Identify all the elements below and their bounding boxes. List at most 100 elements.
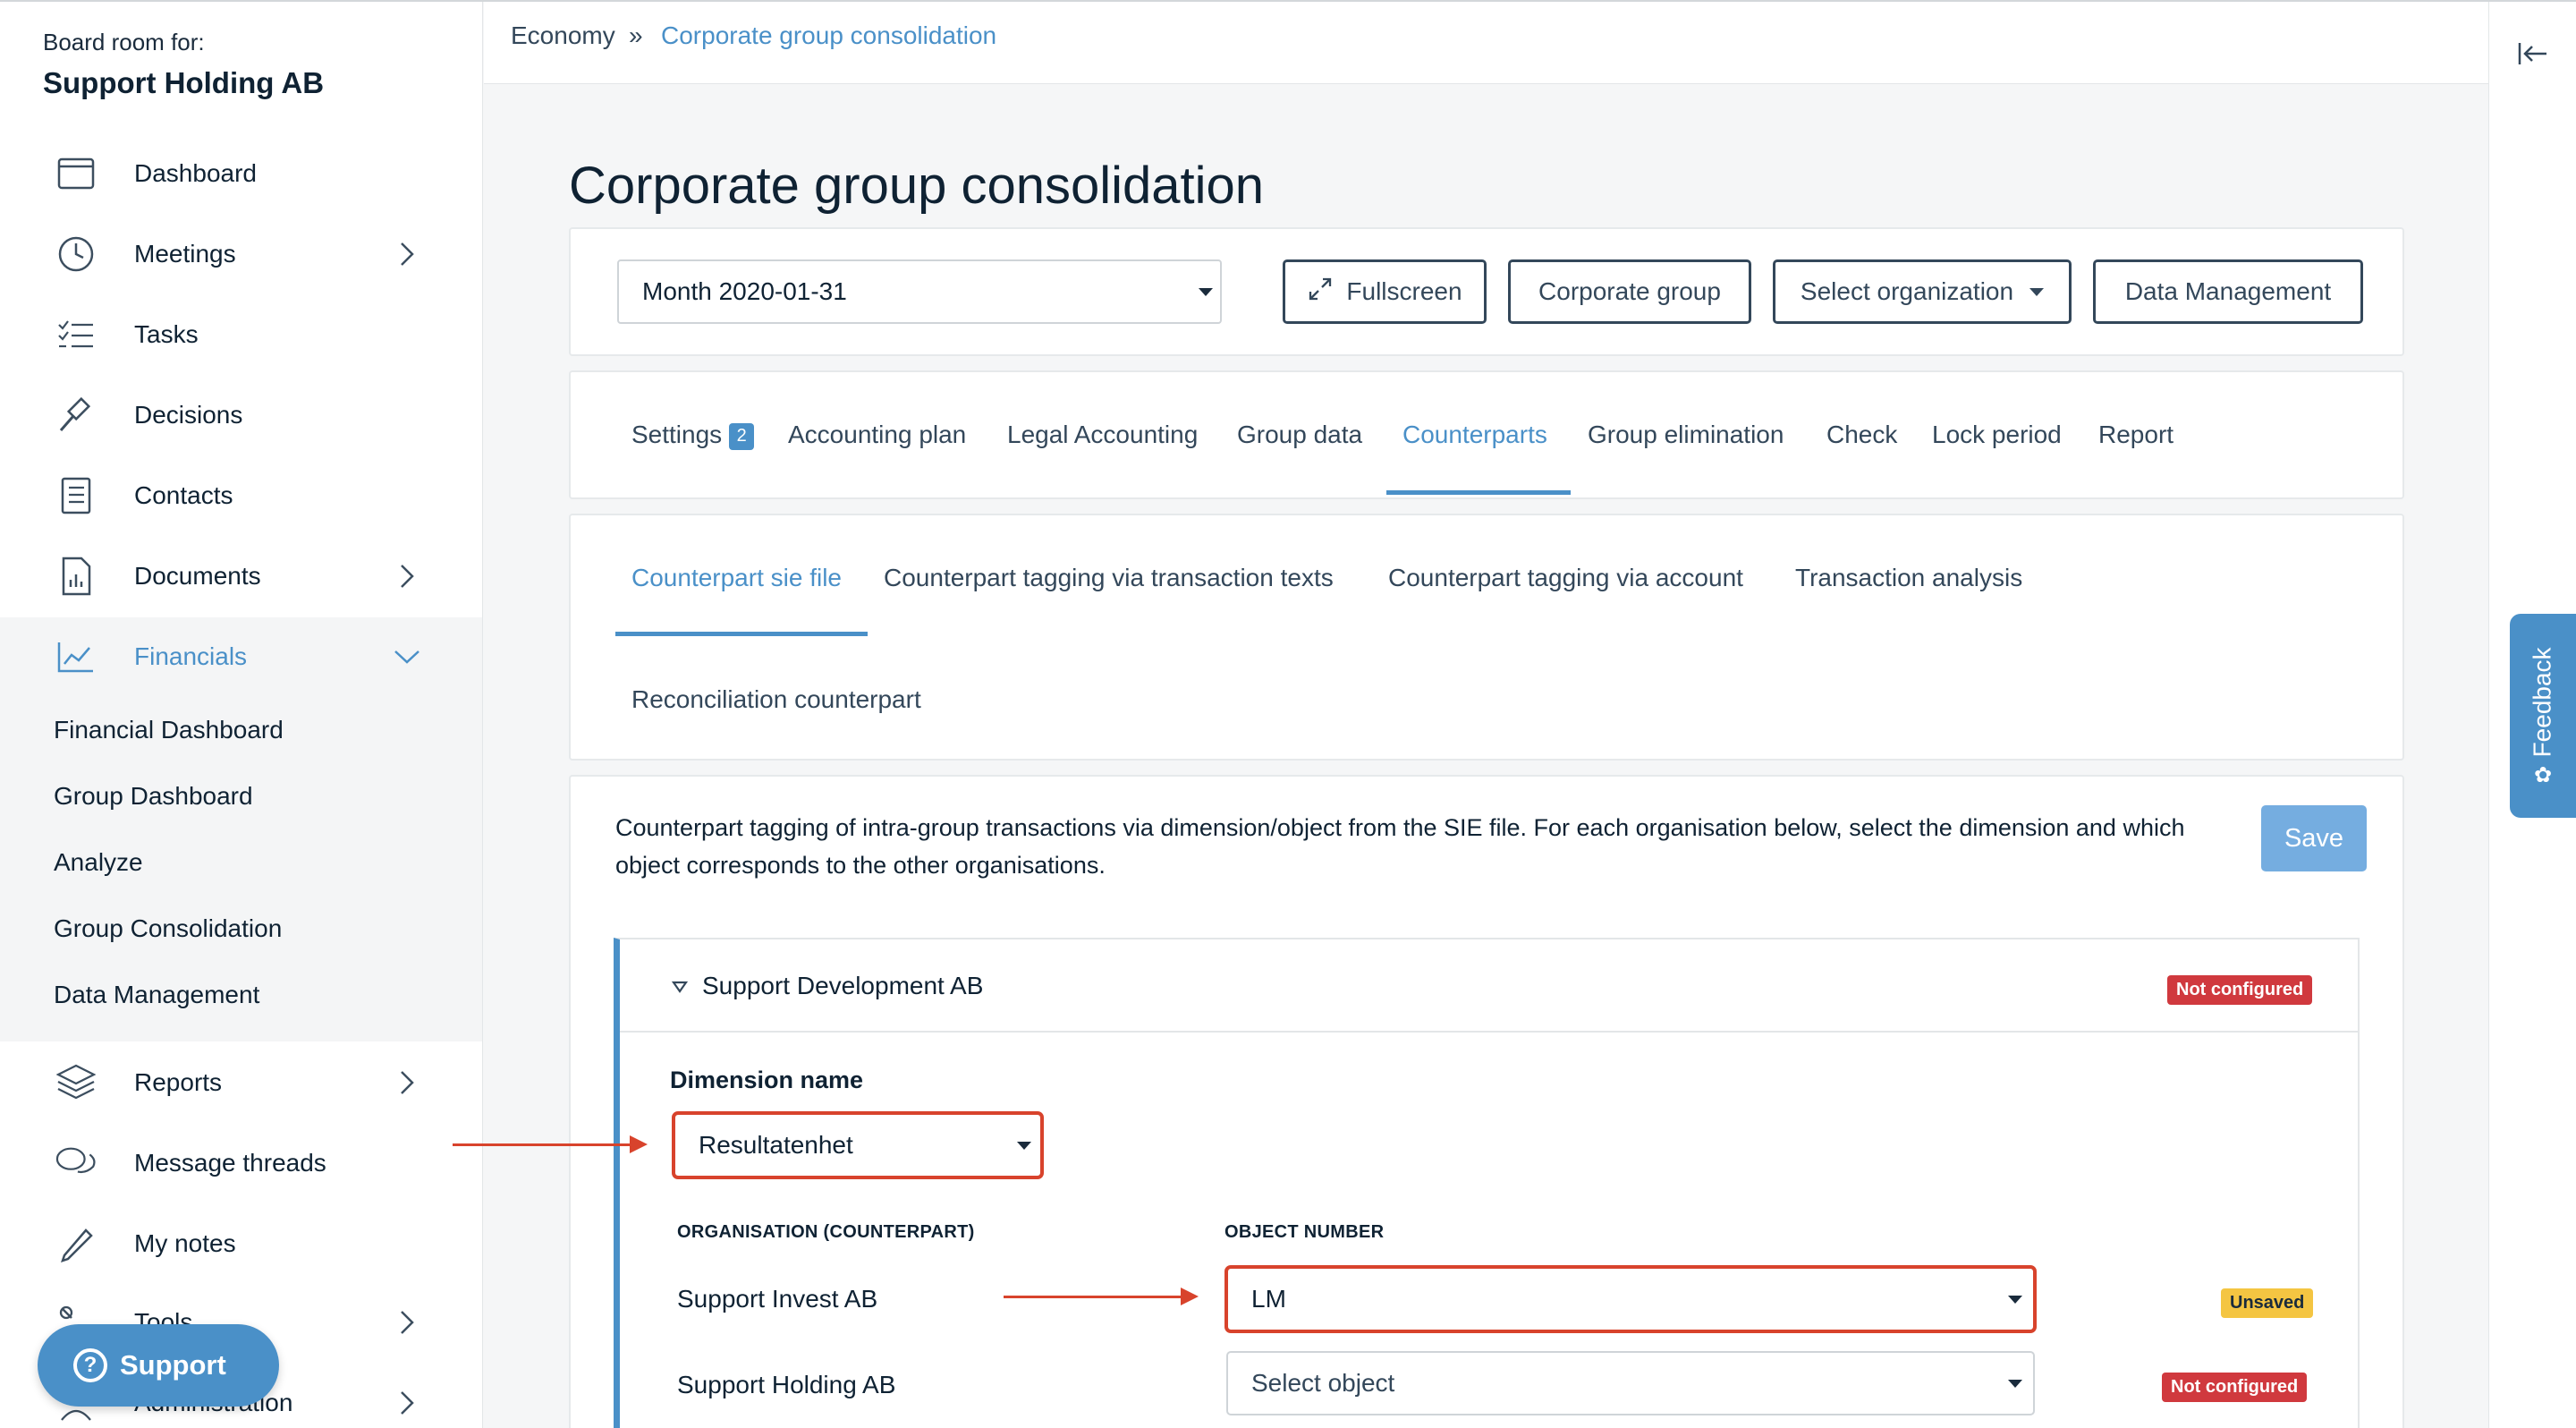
address-book-icon: [55, 475, 97, 516]
description-text: Counterpart tagging of intra-group trans…: [615, 814, 2185, 879]
sidebar-item-label: Tasks: [134, 320, 199, 348]
organisation-card: Support Development AB Not configured Di…: [614, 938, 2360, 1428]
select-organization-dropdown[interactable]: Select organization: [1773, 259, 2072, 324]
caret-down-icon: [1199, 288, 1213, 296]
tab-group-elimination[interactable]: Group elimination: [1588, 421, 1784, 449]
fullscreen-label: Fullscreen: [1346, 277, 1462, 305]
sidebar-item-label: Meetings: [134, 240, 236, 268]
toolbar-card: Month 2020-01-31 Fullscreen Corporate gr…: [569, 227, 2404, 356]
settings-count-badge: 2: [729, 422, 755, 450]
fullscreen-button[interactable]: Fullscreen: [1283, 259, 1487, 324]
breadcrumb-separator: »: [629, 21, 643, 49]
support-button[interactable]: ? Support: [38, 1324, 279, 1407]
board-name: Support Holding AB: [43, 66, 325, 99]
sidebar-item-reports[interactable]: Reports: [0, 1047, 482, 1118]
page-title: Corporate group consolidation: [569, 157, 1265, 215]
feedback-tab[interactable]: ✿ Feedback: [2510, 614, 2576, 818]
sidebar-item-message-threads[interactable]: Message threads: [0, 1127, 482, 1199]
caret-down-icon: [2029, 287, 2045, 296]
sidebar-item-dashboard[interactable]: Dashboard: [0, 138, 482, 209]
chevron-down-icon: [394, 643, 420, 670]
active-tab-indicator: [1386, 490, 1571, 495]
data-management-button[interactable]: Data Management: [2093, 259, 2363, 324]
subtab-tagging-transaction-texts[interactable]: Counterpart tagging via transaction text…: [884, 564, 1334, 592]
month-select[interactable]: Month 2020-01-31: [617, 259, 1222, 324]
sidebar-item-meetings[interactable]: Meetings: [0, 218, 482, 290]
subtab-reconciliation-counterpart[interactable]: Reconciliation counterpart: [631, 685, 921, 714]
column-header-organisation: ORGANISATION (COUNTERPART): [677, 1222, 975, 1242]
chevron-right-icon: [394, 563, 420, 590]
dimension-name-label: Dimension name: [670, 1067, 864, 1093]
status-badge: Not configured: [2167, 975, 2313, 1005]
unsaved-badge: Unsaved: [2221, 1288, 2314, 1318]
sidebar-item-tasks[interactable]: Tasks: [0, 299, 482, 370]
tab-settings-label: Settings: [631, 421, 723, 448]
sidebar-item-label: Dashboard: [134, 159, 257, 187]
collapse-panel-icon[interactable]: [2516, 38, 2548, 70]
sub-item-data-management[interactable]: Data Management: [54, 981, 259, 1009]
tab-counterparts[interactable]: Counterparts: [1402, 421, 1547, 449]
tab-report[interactable]: Report: [2098, 421, 2174, 449]
tab-check[interactable]: Check: [1826, 421, 1897, 449]
top-bar: Economy » Corporate group consolidation: [484, 2, 2488, 84]
tab-accounting-plan[interactable]: Accounting plan: [788, 421, 966, 449]
chevron-right-icon: [394, 1390, 420, 1416]
tab-group-data[interactable]: Group data: [1237, 421, 1362, 449]
corporate-group-button[interactable]: Corporate group: [1508, 259, 1751, 324]
select-organization-label: Select organization: [1800, 277, 2014, 305]
row-organisation-name: Support Holding AB: [677, 1371, 896, 1398]
tab-settings[interactable]: Settings 2: [631, 421, 755, 450]
sidebar-item-financials[interactable]: Financials: [0, 621, 482, 693]
tab-lock-period[interactable]: Lock period: [1932, 421, 2062, 449]
organisation-header[interactable]: Support Development AB Not configured: [620, 939, 2360, 1033]
object-select-placeholder: Select object: [1251, 1369, 1395, 1397]
sidebar-item-decisions[interactable]: Decisions: [0, 379, 482, 451]
save-button[interactable]: Save: [2261, 805, 2367, 871]
chevron-right-icon: [394, 1309, 420, 1336]
sub-item-analyze[interactable]: Analyze: [54, 848, 143, 877]
feedback-label: Feedback: [2529, 647, 2557, 758]
dimension-select[interactable]: Resultatenhet: [672, 1111, 1044, 1179]
layers-icon: [55, 1062, 97, 1103]
breadcrumb-economy[interactable]: Economy: [511, 21, 615, 50]
collapse-triangle-icon[interactable]: [671, 981, 689, 998]
subtab-counterpart-sie-file[interactable]: Counterpart sie file: [631, 564, 842, 592]
annotation-arrow: [1004, 1288, 1199, 1305]
sidebar-item-label: Reports: [134, 1068, 223, 1096]
gavel-icon: [55, 395, 97, 436]
sub-item-financial-dashboard[interactable]: Financial Dashboard: [54, 716, 284, 744]
sub-item-group-dashboard[interactable]: Group Dashboard: [54, 782, 253, 811]
object-select[interactable]: LM: [1224, 1265, 2037, 1333]
data-management-label: Data Management: [2124, 277, 2332, 305]
sidebar: Board room for: Support Holding AB Dashb…: [0, 2, 483, 1428]
subtab-transaction-analysis[interactable]: Transaction analysis: [1795, 564, 2022, 592]
chevron-right-icon: [394, 1069, 420, 1096]
active-subtab-indicator: [615, 632, 868, 636]
sub-item-group-consolidation[interactable]: Group Consolidation: [54, 914, 282, 943]
sidebar-item-label: Decisions: [134, 401, 243, 429]
organisation-name: Support Development AB: [702, 972, 984, 999]
subtab-tagging-account[interactable]: Counterpart tagging via account: [1388, 564, 1743, 592]
month-select-value: Month 2020-01-31: [642, 277, 847, 305]
dimension-select-value: Resultatenhet: [699, 1131, 853, 1159]
sidebar-item-contacts[interactable]: Contacts: [0, 460, 482, 531]
caret-down-icon: [2008, 1380, 2022, 1388]
sidebar-item-label: My notes: [134, 1229, 236, 1257]
column-header-object-number: OBJECT NUMBER: [1224, 1222, 1385, 1242]
chevron-right-icon: [394, 241, 420, 268]
corporate-group-label: Corporate group: [1538, 277, 1721, 305]
row-organisation-name: Support Invest AB: [677, 1285, 878, 1313]
object-select-value: LM: [1251, 1285, 1286, 1313]
sidebar-item-label: Message threads: [134, 1149, 326, 1177]
sidebar-item-label: Documents: [134, 562, 261, 590]
breadcrumb-current[interactable]: Corporate group consolidation: [661, 21, 996, 50]
support-label: Support: [120, 1349, 226, 1381]
clock-icon: [55, 234, 97, 275]
tab-legal-accounting[interactable]: Legal Accounting: [1007, 421, 1198, 449]
sidebar-item-my-notes[interactable]: My notes: [0, 1208, 482, 1279]
caret-down-icon: [1017, 1142, 1031, 1150]
caret-down-icon: [2008, 1296, 2022, 1304]
object-select[interactable]: Select object: [1226, 1351, 2035, 1415]
line-chart-icon: [55, 636, 97, 677]
sidebar-item-documents[interactable]: Documents: [0, 540, 482, 612]
